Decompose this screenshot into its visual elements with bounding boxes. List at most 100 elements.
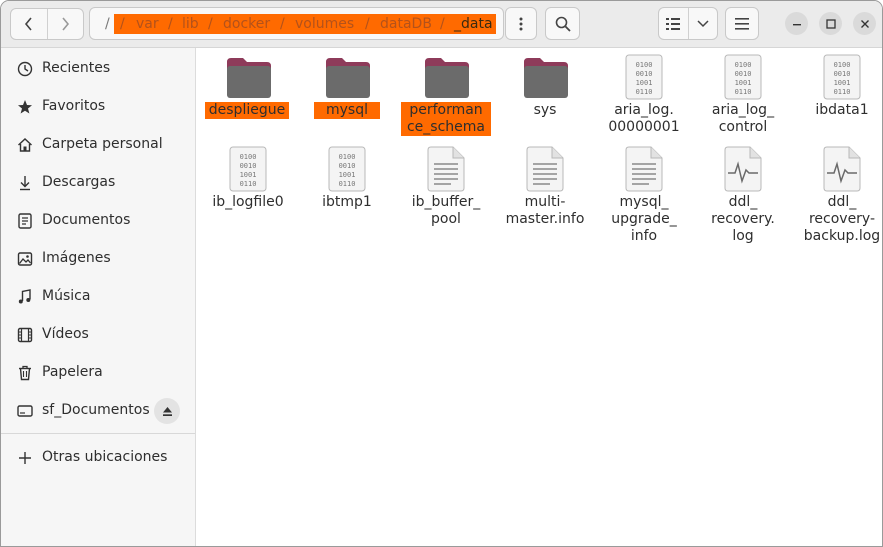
svg-text:0110: 0110 [735,88,752,96]
nav-buttons [10,8,84,40]
file-label: ddl_ [728,194,758,210]
svg-text:0010: 0010 [834,70,851,78]
svg-text:1001: 1001 [636,79,653,87]
eject-icon [162,406,172,416]
list-view-button[interactable] [659,8,689,39]
folder-icon [227,58,271,98]
maximize-button[interactable] [819,12,842,35]
file-label-wrap: ib_logfile0 [203,194,293,211]
sidebar-item-label: Descargas [42,174,116,190]
hamburger-icon [735,17,749,30]
file-label-wrap: performan ce_schema [401,102,491,136]
sidebar-item-musica[interactable]: Música [1,280,195,314]
close-icon [860,19,869,28]
view-controls [658,7,718,40]
svg-text:0100: 0100 [240,153,257,161]
file-manager-window: / / var / lib / docker / volumes / dataD… [0,0,883,547]
chevron-left-icon [24,17,32,31]
file-label: pool [431,211,461,227]
sidebar-item-imagenes[interactable]: Imágenes [1,242,195,276]
eject-button[interactable] [154,398,180,424]
search-button[interactable] [545,7,580,40]
close-button[interactable] [853,12,876,35]
path-segment-volumes[interactable]: volumes [295,16,354,32]
path-segment-data[interactable]: _data [454,16,493,32]
file-label: ddl_ [827,194,857,210]
svg-text:1001: 1001 [735,79,752,87]
file-label-wrap: mysql_ upgrade_ info [599,194,689,245]
clock-icon [17,61,33,77]
file-label-wrap: ddl_ recovery. log [698,194,788,245]
back-button[interactable] [11,9,48,39]
binary-file-icon: 0100 0010 1001 0110 [229,146,267,192]
star-icon [18,100,32,114]
file-label: sys [533,102,557,118]
svg-text:1001: 1001 [240,171,257,179]
svg-text:0100: 0100 [636,61,653,69]
sidebar-item-otras-ubicaciones[interactable]: Otras ubicaciones [1,441,195,475]
folder-icon [524,58,568,98]
sidebar-item-recientes[interactable]: Recientes [1,52,195,86]
sidebar-item-documentos[interactable]: Documentos [1,204,195,238]
sidebar-item-papelera[interactable]: Papelera [1,356,195,390]
download-icon [20,176,30,191]
path-bar[interactable]: / / var / lib / docker / volumes / dataD… [89,7,504,40]
sidebar-item-sf-documentos[interactable]: sf_Documentos [1,394,195,428]
file-label: log [732,228,754,244]
file-label-wrap: aria_log_ control [698,102,788,136]
file-label-wrap: ddl_ recovery- backup.log [797,194,882,245]
path-root[interactable]: / [105,16,110,32]
svg-text:0110: 0110 [339,180,356,188]
svg-text:0100: 0100 [735,61,752,69]
file-label: aria_log_ [711,102,775,118]
main-menu-button[interactable] [725,7,759,40]
file-label: ce_schema [401,119,491,136]
file-label: recovery- [808,211,876,227]
file-label-wrap: aria_log. 00000001 [599,102,689,136]
search-icon [555,16,571,32]
sidebar-item-descargas[interactable]: Descargas [1,166,195,200]
svg-text:0010: 0010 [339,162,356,170]
minimize-button[interactable] [785,12,808,35]
path-segment-docker[interactable]: docker [223,16,270,32]
chevron-down-icon [697,19,709,27]
path-menu-button[interactable] [505,7,537,40]
trash-icon [19,365,31,381]
file-label: performan [401,102,491,119]
file-label: upgrade_ [611,211,677,227]
path-segment-root[interactable]: / [120,16,125,32]
file-label: info [630,228,658,244]
sidebar-item-videos[interactable]: Vídeos [1,318,195,352]
file-label-wrap: ibtmp1 [302,194,392,211]
text-file-icon [526,146,564,192]
svg-text:1001: 1001 [339,171,356,179]
forward-button[interactable] [48,9,84,39]
file-label-wrap: ibdata1 [797,102,882,119]
sidebar-item-label: Vídeos [42,326,89,342]
path-segment-datadb[interactable]: dataDB [380,16,432,32]
svg-text:0010: 0010 [735,70,752,78]
list-view-icon [666,17,681,30]
sidebar-item-label: Carpeta personal [42,136,163,152]
drive-icon [17,405,33,417]
file-label: despliegue [205,102,289,119]
svg-text:0010: 0010 [240,162,257,170]
file-label: ibdata1 [815,102,869,118]
folder-icon [425,58,469,98]
binary-file-icon: 0100 0010 1001 0110 [724,54,762,100]
file-label: mysql [314,102,380,119]
file-label: master.info [505,211,585,227]
sidebar-item-favoritos[interactable]: Favoritos [1,90,195,124]
file-label: multi- [524,194,566,210]
view-options-button[interactable] [689,8,717,39]
maximize-icon [825,18,836,29]
svg-text:0100: 0100 [834,61,851,69]
minimize-icon [792,23,801,25]
path-segment-var[interactable]: var [136,16,159,32]
sidebar-item-carpeta-personal[interactable]: Carpeta personal [1,128,195,162]
svg-text:1001: 1001 [834,79,851,87]
path-segment-lib[interactable]: lib [182,16,199,32]
file-label-wrap: mysql [314,102,380,119]
more-vertical-icon [519,17,523,30]
svg-text:0110: 0110 [834,88,851,96]
